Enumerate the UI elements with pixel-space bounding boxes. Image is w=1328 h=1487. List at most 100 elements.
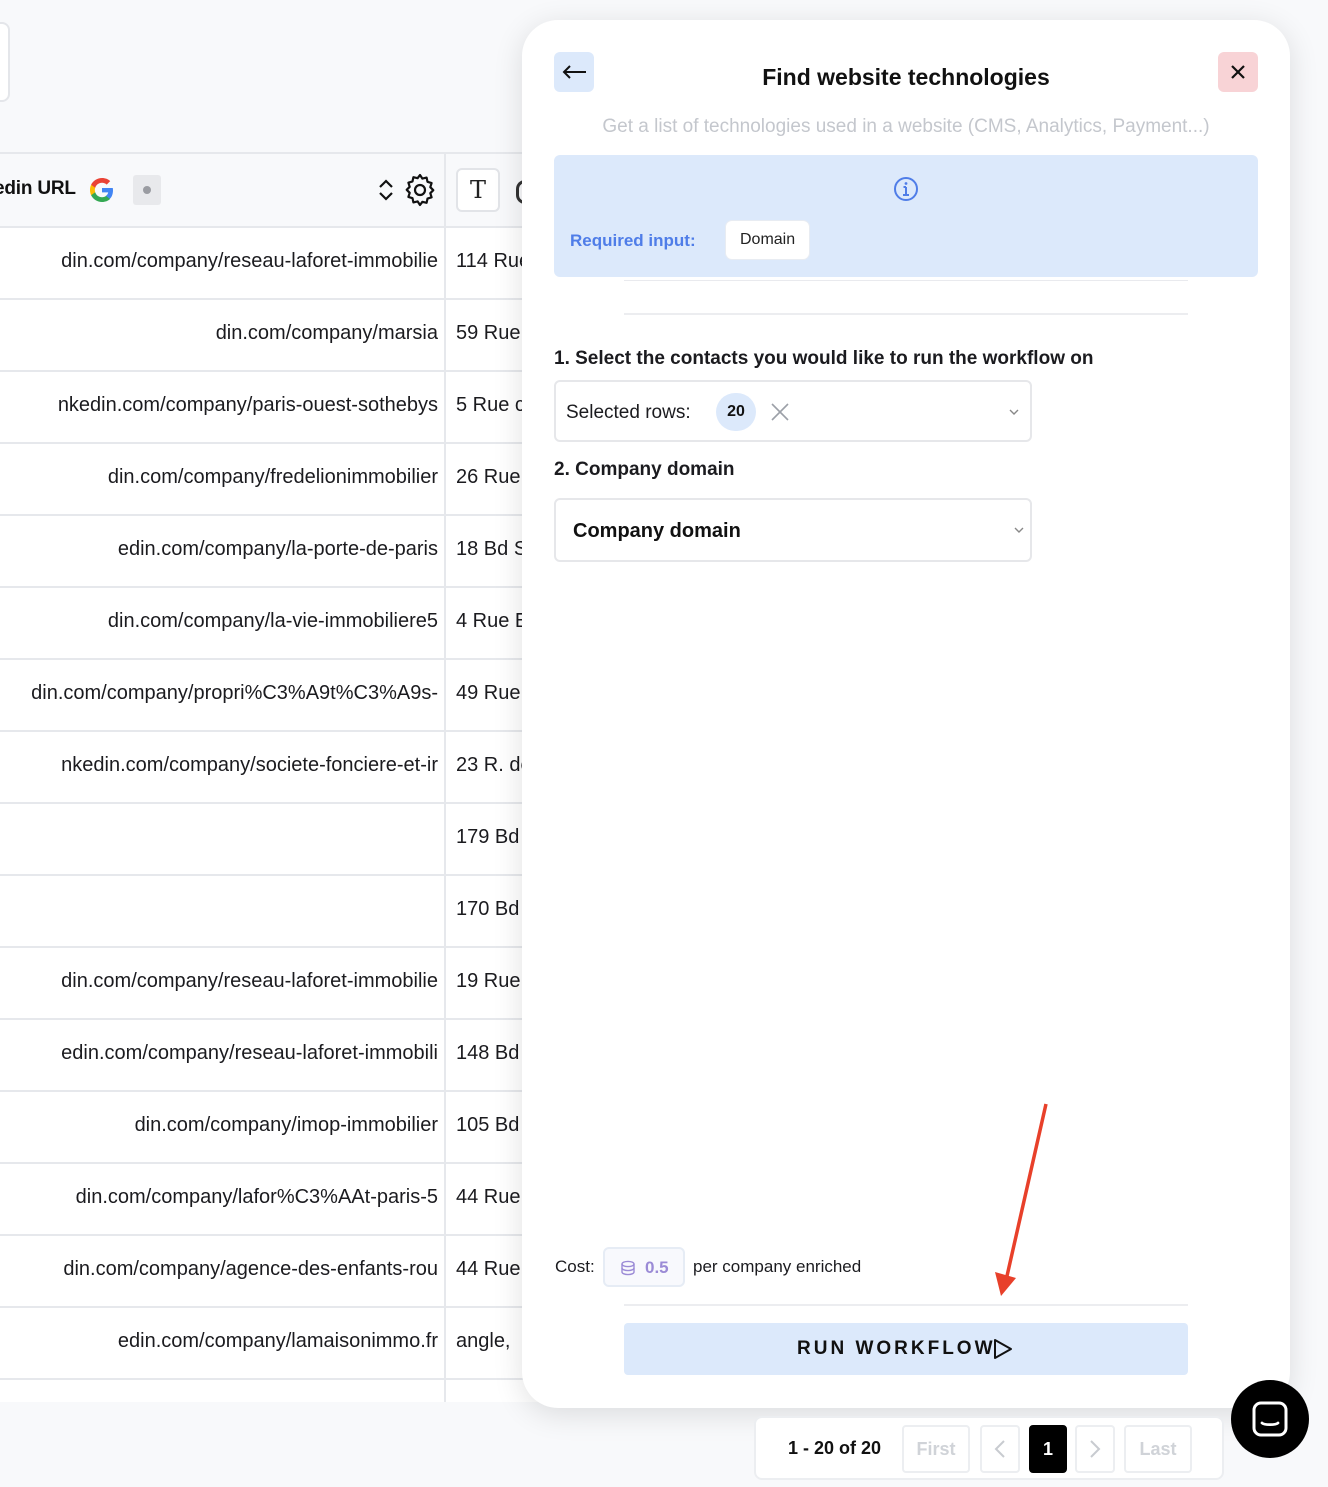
info-icon [894,177,918,201]
run-workflow-button[interactable]: RUN WORKFLOW [624,1323,1188,1375]
address-text: 19 Rue [456,970,521,992]
table-row[interactable]: din.com/company/agence-des-enfants-rou 44… [0,1236,560,1308]
linkedin-url-cell[interactable]: din.com/company/reseau-laforet-immobilie [0,948,446,1018]
pagination: 1 - 20 of 20 First 1 Last [754,1416,1224,1480]
red-arrow-annotation [995,1103,1048,1296]
linkedin-url-cell[interactable]: edin.com/company/reseau-laforet-immobili [0,1020,446,1090]
table-row[interactable]: din.com/company/la-vie-immobiliere5 4 Rue… [0,588,560,660]
address-text: 179 Bd [456,826,520,848]
close-button[interactable] [1218,52,1258,92]
pager-count: 1 - 20 of 20 [788,1438,882,1458]
linkedin-url-cell[interactable]: edin.com/company/lamaisonimmo.fr [0,1308,446,1378]
address-text: 23 R. de [456,754,532,776]
linkedin-url-text: edin.com/company/lamaisonimmo.fr [117,1330,438,1352]
linkedin-url-cell[interactable]: din.com/company/lafor%C3%AAt-paris-5 [0,1164,446,1234]
divider [624,280,1188,281]
chevron-right-icon [1090,1440,1101,1458]
cost-suffix: per company enriched [693,1257,862,1276]
linkedin-url-cell[interactable] [0,876,446,946]
chevron-down-icon [1014,527,1024,533]
prev-page-button[interactable] [980,1425,1020,1473]
table-header: edin URL T [0,154,560,228]
coins-icon [621,1260,635,1276]
table-row[interactable]: din.com/company/marsia 59 Rue [0,300,560,372]
gear-icon[interactable] [402,172,438,208]
address-text: 44 Rue [456,1258,521,1280]
company-domain-value: Company domain [573,520,741,542]
first-page-button[interactable]: First [902,1425,970,1473]
divider [624,1304,1188,1306]
status-dot-icon[interactable] [133,175,161,205]
table-row[interactable]: edin.com/company/la-porte-de-paris 18 Bd … [0,516,560,588]
required-input-box: Required input: Domain [554,155,1258,277]
table-row[interactable]: din.com/company/imop-immobilier 105 Bd [0,1092,560,1164]
linkedin-url-cell[interactable]: nkedin.com/company/paris-ouest-sothebys [0,372,446,442]
table-row[interactable]: nkedin.com/company/societe-fonciere-et-i… [0,732,560,804]
linkedin-url-text: din.com/company/reseau-laforet-immobilie [61,970,438,992]
required-input-chip: Domain [726,221,810,259]
cost-value: 0.5 [645,1258,669,1277]
linkedin-url-cell[interactable]: din.com/company/imop-immobilier [0,1092,446,1162]
linkedin-url-cell[interactable]: din.com/company/reseau-laforet-immobilie [0,228,446,298]
address-text: 26 Rue [456,466,521,488]
linkedin-url-cell[interactable]: din.com/company/marsia [0,300,446,370]
address-text: 105 Bd [456,1114,520,1136]
address-text: 170 Bd [456,898,520,920]
chat-widget-button[interactable] [1231,1380,1309,1458]
linkedin-url-text: din.com/company/marsia [215,322,438,344]
linkedin-url-text: din.com/company/lafor%C3%AAt-paris-5 [75,1186,438,1208]
table-row[interactable] [0,1380,560,1402]
linkedin-url-text: din.com/company/agence-des-enfants-rou [63,1258,438,1280]
table-row[interactable]: edin.com/company/lamaisonimmo.fr angle, [0,1308,560,1380]
linkedin-url-cell[interactable]: din.com/company/agence-des-enfants-rou [0,1236,446,1306]
cost-label: Cost: [555,1257,595,1276]
table-row[interactable]: edin.com/company/reseau-laforet-immobili… [0,1020,560,1092]
required-input-label: Required input: [570,231,696,250]
linkedin-url-text: nkedin.com/company/paris-ouest-sothebys [57,394,438,416]
linkedin-url-cell[interactable]: edin.com/company/la-porte-de-paris [0,516,446,586]
clear-icon[interactable] [770,402,790,422]
table-row[interactable]: din.com/company/lafor%C3%AAt-paris-5 44 R… [0,1164,560,1236]
column-label: edin URL [0,178,76,199]
table-row[interactable]: din.com/company/propri%C3%A9t%C3%A9s- 49 … [0,660,560,732]
linkedin-url-cell[interactable]: nkedin.com/company/societe-fonciere-et-i… [0,732,446,802]
linkedin-url-cell[interactable]: din.com/company/fredelionimmobilier [0,444,446,514]
linkedin-url-header[interactable]: edin URL [0,154,446,226]
selected-rows-select[interactable]: Selected rows: 20 [554,380,1032,442]
panel-subtitle: Get a list of technologies used in a web… [602,116,1210,137]
step2-label: 2. Company domain [554,459,735,480]
run-workflow-label: RUN WORKFLOW [797,1338,996,1359]
sort-icon[interactable] [376,176,396,204]
workflow-panel: Find website technologies Get a list of … [522,20,1290,1408]
linkedin-url-text: din.com/company/fredelionimmobilier [107,466,438,488]
linkedin-url-cell[interactable]: din.com/company/la-vie-immobiliere5 [0,588,446,658]
linkedin-url-cell[interactable]: din.com/company/propri%C3%A9t%C3%A9s- [0,660,446,730]
table-row[interactable]: din.com/company/reseau-laforet-immobilie… [0,228,560,300]
linkedin-url-cell[interactable] [0,1380,446,1402]
address-text: 5 Rue c [456,394,525,416]
cost-chip: 0.5 [603,1247,685,1287]
table-row[interactable]: nkedin.com/company/paris-ouest-sothebys 5… [0,372,560,444]
linkedin-url-cell[interactable] [0,804,446,874]
address-text: 4 Rue E [456,610,529,632]
table-row[interactable]: din.com/company/reseau-laforet-immobilie… [0,948,560,1020]
page-1-button[interactable]: 1 [1029,1425,1067,1473]
linkedin-url-text: din.com/company/la-vie-immobiliere5 [107,610,438,632]
text-type-icon[interactable]: T [456,168,500,212]
company-domain-select[interactable]: Company domain [554,498,1032,562]
chat-icon [1252,1401,1288,1437]
table-row[interactable]: din.com/company/fredelionimmobilier 26 Ru… [0,444,560,516]
linkedin-url-text: din.com/company/imop-immobilier [134,1114,438,1136]
selected-rows-count: 20 [716,393,756,431]
table-row[interactable]: 179 Bd [0,804,560,876]
selected-rows-label: Selected rows: [566,402,691,423]
next-page-button[interactable] [1075,1425,1115,1473]
address-text: 59 Rue [456,322,521,344]
address-text: 44 Rue [456,1186,521,1208]
top-card [0,22,10,102]
last-page-button[interactable]: Last [1124,1425,1192,1473]
step1-label: 1. Select the contacts you would like to… [554,348,1094,369]
linkedin-url-text: din.com/company/reseau-laforet-immobilie [61,250,438,272]
google-icon [90,178,113,202]
table-row[interactable]: 170 Bd [0,876,560,948]
